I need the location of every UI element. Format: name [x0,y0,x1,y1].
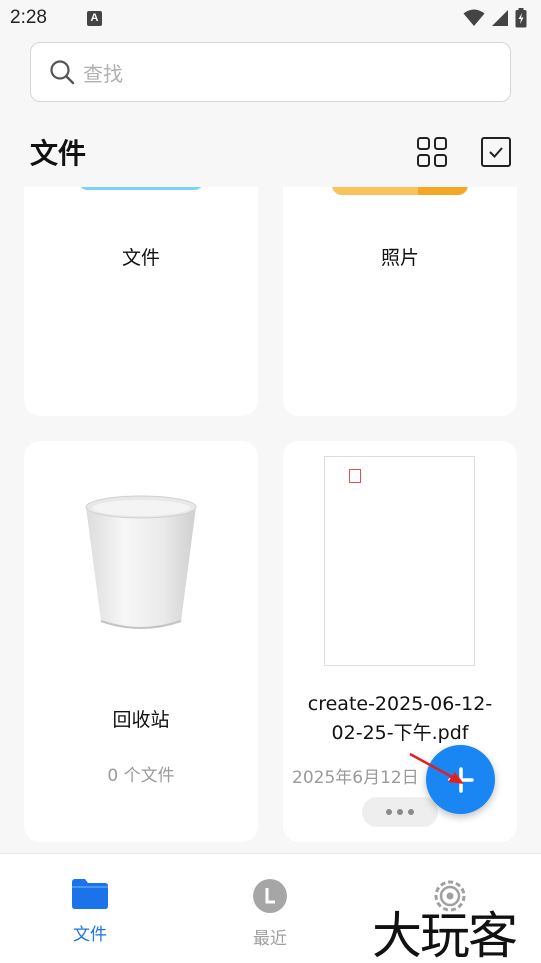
nav-item-files[interactable]: 文件 [45,878,135,945]
card-label: 照片 [380,247,419,269]
header-actions [417,137,511,167]
card-label: create-2025-06-12-02-25-下午.pdf [307,693,493,744]
nav-label-recent: 最近 [253,929,287,949]
header: 文件 [0,120,541,184]
status-bar: 2:28 A [0,0,541,36]
notification-a-icon: A [86,10,102,26]
recent-icon [253,879,287,913]
photo-folder-image [332,187,468,195]
search-placeholder: 查找 [83,61,123,86]
card-photos[interactable]: 照片 [283,187,517,416]
battery-icon [515,8,527,28]
search-input[interactable]: 查找 [30,42,511,102]
pdf-mark [349,469,361,483]
status-icons [463,8,527,28]
status-time: 2:28 [10,7,47,28]
signal-icon [492,10,508,26]
more-dot [386,809,392,815]
pdf-thumbnail [324,456,475,666]
watermark: 大玩客 [372,907,518,963]
wifi-icon [463,9,485,26]
card-label: 回收站 [112,709,170,731]
grid-view-icon[interactable] [417,137,447,167]
card-files[interactable]: 文件 [24,187,258,416]
folder-icon [72,879,108,909]
trash-bin-icon [85,495,197,629]
nav-item-recent[interactable]: 最近 [225,878,315,949]
folder-image [79,187,203,190]
annotation-arrow-icon [409,752,464,784]
more-dot [397,809,403,815]
more-dot [408,809,414,815]
select-checkbox-icon[interactable] [481,137,511,167]
card-trash[interactable]: 回收站 0 个文件 [24,441,258,842]
page-title: 文件 [30,137,87,170]
card-sublabel: 0 个文件 [107,766,175,786]
card-label: 文件 [121,247,160,269]
more-options-button[interactable] [362,797,438,827]
nav-label-files: 文件 [73,925,107,945]
search-icon [50,60,75,85]
